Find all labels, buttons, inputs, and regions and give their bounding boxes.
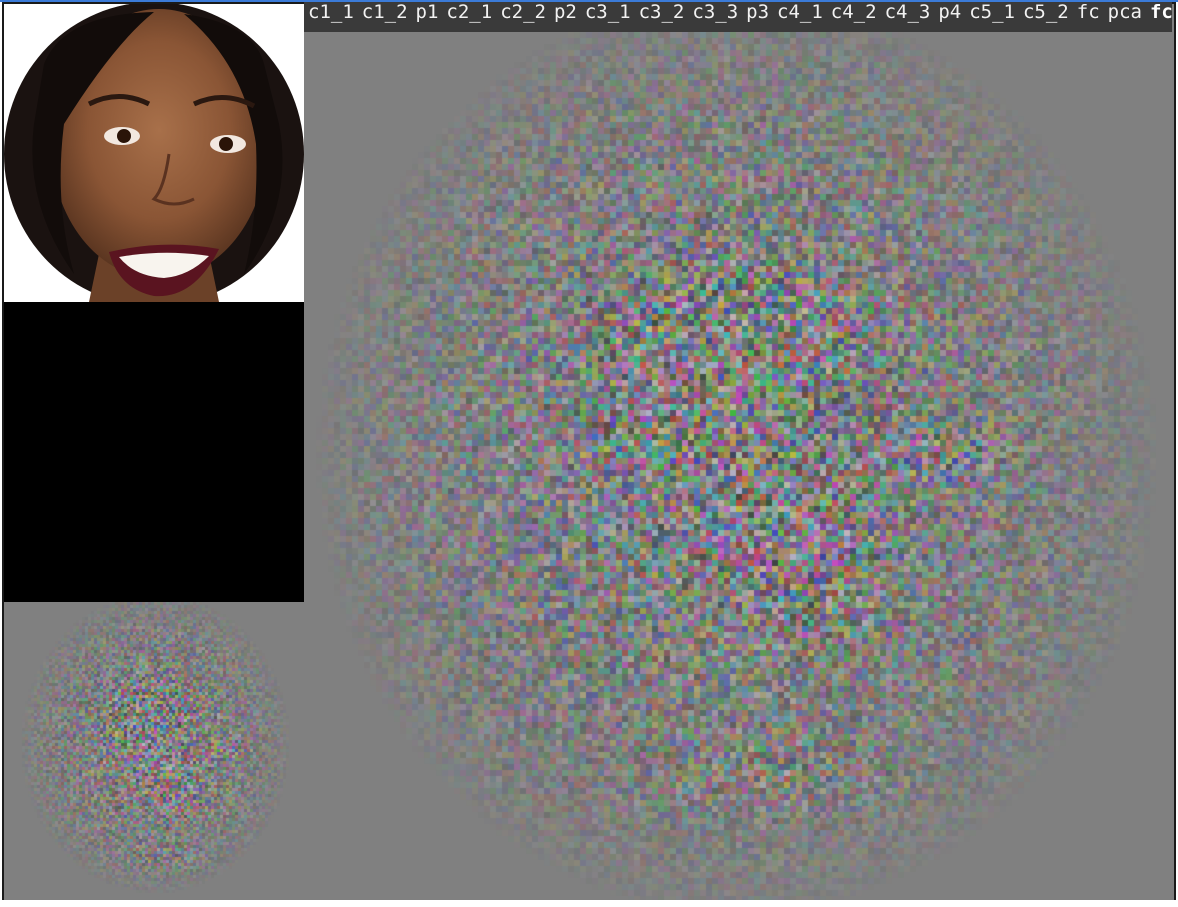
layer-tab-c2-2[interactable]: c2_2 <box>500 2 546 23</box>
layer-tab-c3-3[interactable]: c3_3 <box>692 2 738 23</box>
layer-tab-c3-1[interactable]: c3_1 <box>585 2 631 23</box>
layer-tab-c1-1[interactable]: c1_1 <box>308 2 354 23</box>
layer-tab-c4-1[interactable]: c4_1 <box>777 2 823 23</box>
layer-tab-c3-2[interactable]: c3_2 <box>639 2 685 23</box>
input-image-panel <box>4 4 304 302</box>
layer-tab-c4-3[interactable]: c4_3 <box>885 2 931 23</box>
layer-tab-p3[interactable]: p3 <box>746 2 769 23</box>
layer-tab-fc-out[interactable]: fc_out <box>1150 2 1172 23</box>
layer-tab-c2-1[interactable]: c2_1 <box>446 2 492 23</box>
layer-tab-c4-2[interactable]: c4_2 <box>831 2 877 23</box>
layer-tab-p1[interactable]: p1 <box>416 2 439 23</box>
layer-tab-p4[interactable]: p4 <box>938 2 961 23</box>
deconv-thumbnail-image <box>4 602 304 900</box>
app-window: c1_1 c1_2 p1 c2_1 c2_2 p2 c3_1 c3_2 c3_3 p3 c4_1 c4… <box>0 0 1178 907</box>
deconv-visualization-panel <box>304 32 1172 900</box>
layer-tab-c5-1[interactable]: c5_1 <box>969 2 1015 23</box>
layer-tab-p2[interactable]: p2 <box>554 2 577 23</box>
layer-tab-fc[interactable]: fc <box>1077 2 1100 23</box>
input-face-image <box>4 4 304 302</box>
status-strip <box>0 900 1178 907</box>
deconv-visualization-image <box>304 32 1172 900</box>
layer-tab-c1-2[interactable]: c1_2 <box>362 2 408 23</box>
activation-panel <box>4 302 304 602</box>
layer-selector-bar: c1_1 c1_2 p1 c2_1 c2_2 p2 c3_1 c3_2 c3_3 p3 c4_1 c4… <box>304 2 1172 32</box>
layer-tab-pca[interactable]: pca <box>1108 2 1142 23</box>
deconv-thumbnail-panel <box>4 602 304 900</box>
layer-tab-c5-2[interactable]: c5_2 <box>1023 2 1069 23</box>
